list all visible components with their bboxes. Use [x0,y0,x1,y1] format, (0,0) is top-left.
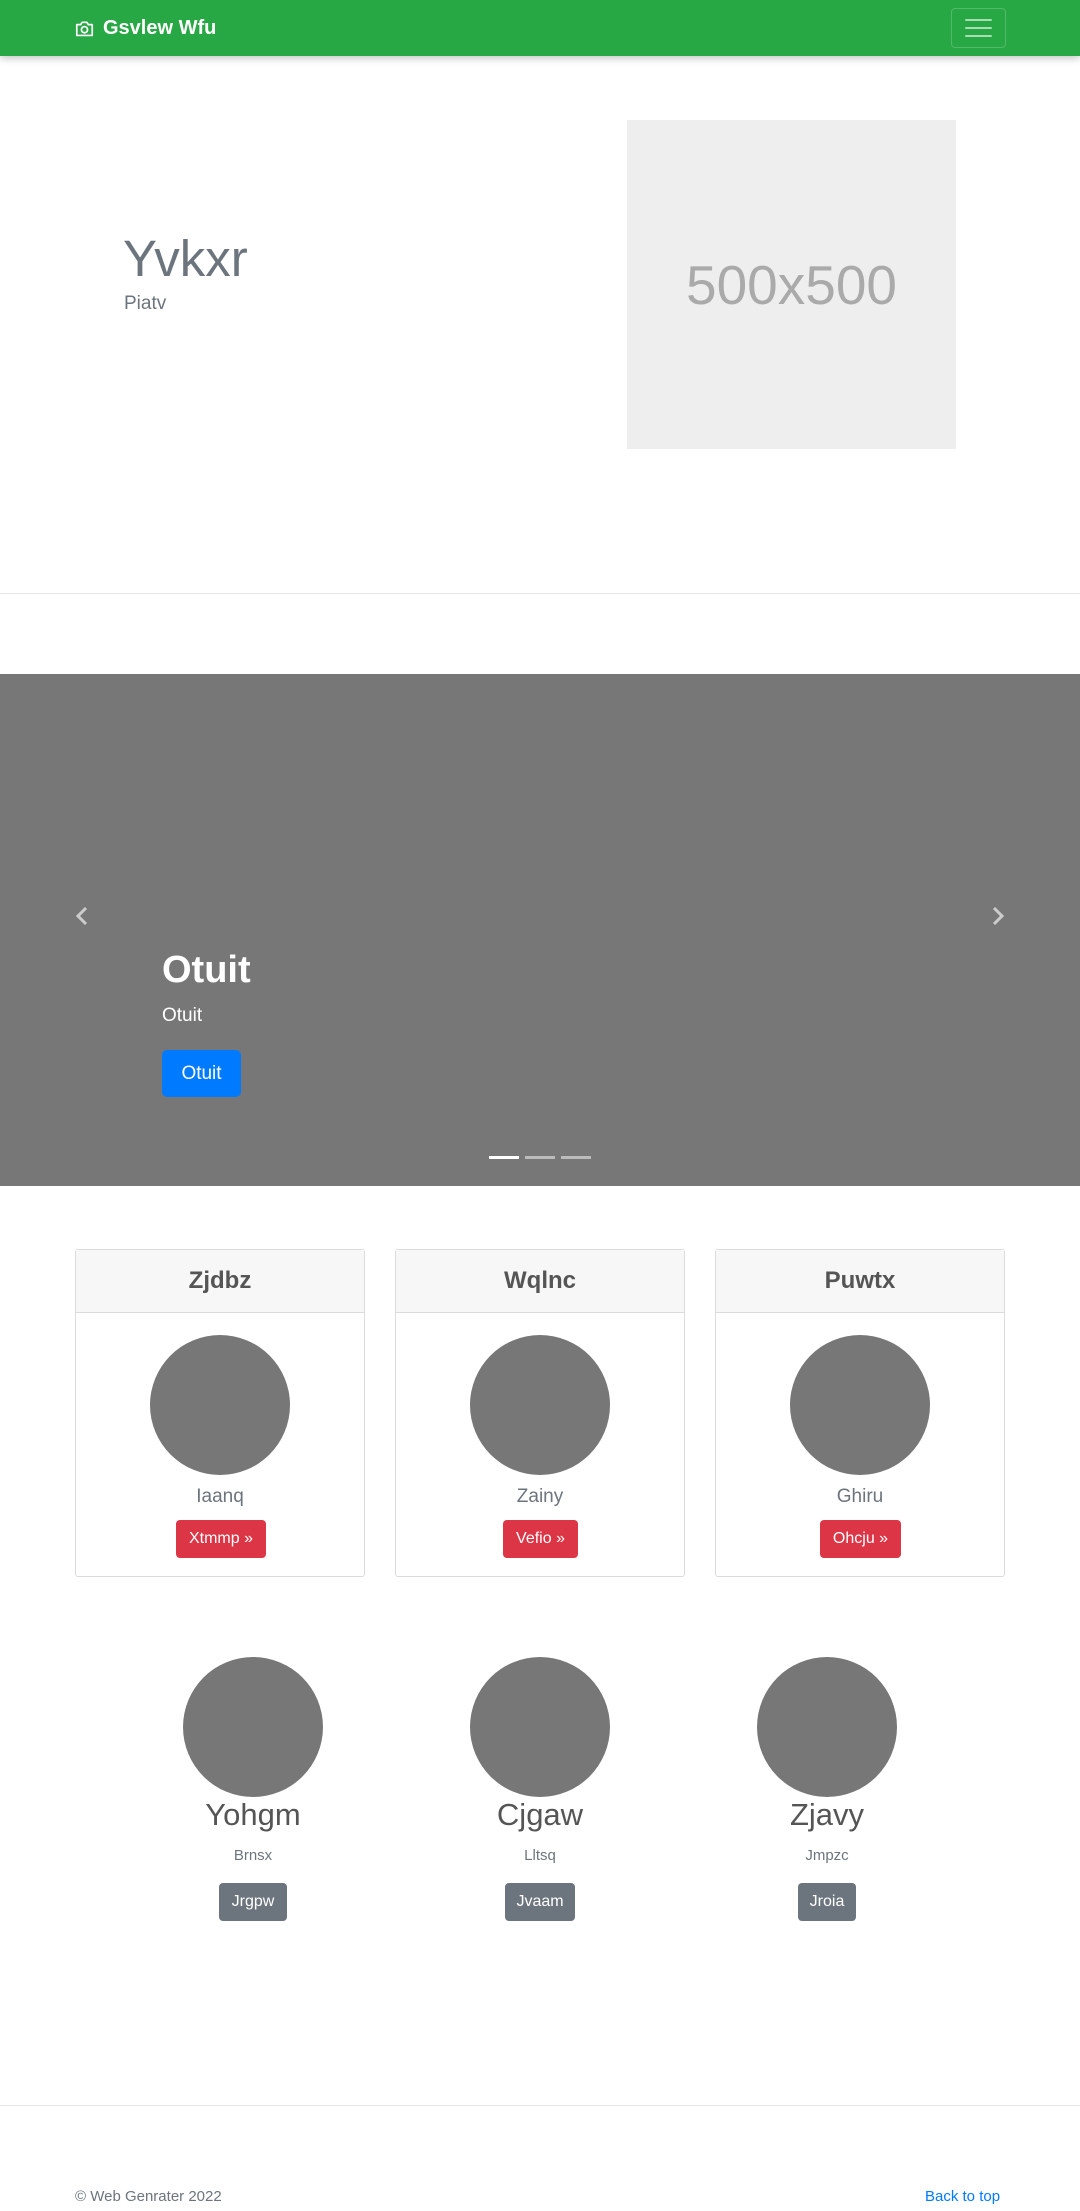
avatar [470,1335,610,1475]
back-to-top-link[interactable]: Back to top [925,2188,1000,2205]
profile-subtitle: Jmpzc [805,1847,849,1864]
carousel-indicator-2[interactable] [525,1156,555,1159]
card-name: Ghiru [836,1486,884,1507]
card: Zjdbz Iaanq Xtmmp » [75,1249,365,1577]
profile: Cjgaw Lltsq Jvaam [420,1657,660,1927]
profile-button[interactable]: Jroia [798,1883,856,1921]
section-divider [0,593,1080,594]
profile-name: Cjgaw [496,1797,584,1832]
profile: Yohgm Brnsx Jrgpw [133,1657,373,1927]
avatar [757,1657,897,1797]
profile: Zjavy Jmpzc Jroia [707,1657,947,1927]
carousel-prev-button[interactable] [70,904,94,928]
carousel-indicator-3[interactable] [561,1156,591,1159]
hero-subtitle: Piatv [124,293,167,314]
profile-name: Yohgm [205,1797,301,1832]
card-name: Iaanq [196,1486,244,1507]
profile-name: Zjavy [789,1797,865,1832]
hero-image-placeholder: 500x500 [627,120,956,449]
carousel-caption-title: Otuit [162,949,251,991]
placeholder-label: 500x500 [685,253,898,316]
card-button[interactable]: Ohcju » [820,1520,901,1558]
carousel-indicator-1[interactable] [489,1156,519,1159]
brand-link[interactable]: Gsvlew Wfu [75,14,216,42]
card-header: Wqlnc [396,1250,684,1313]
avatar [470,1657,610,1797]
card-button[interactable]: Vefio » [503,1520,578,1558]
chevron-right-icon [992,906,1005,926]
camera-icon [75,20,94,37]
hamburger-icon [965,19,992,21]
card-header: Puwtx [716,1250,1004,1313]
avatar [790,1335,930,1475]
chevron-left-icon [75,906,88,926]
carousel: Otuit Otuit Otuit [0,674,1080,1186]
profile-button[interactable]: Jrgpw [219,1883,287,1921]
card-button[interactable]: Xtmmp » [176,1520,266,1558]
navbar: Gsvlew Wfu [0,0,1080,56]
hero-title: Yvkxr [123,230,248,287]
carousel-indicators [489,1156,591,1159]
hamburger-icon [965,35,992,37]
profile-subtitle: Brnsx [233,1847,273,1864]
profile-subtitle: Lltsq [524,1847,556,1864]
brand-name: Gsvlew Wfu [103,16,217,39]
footer-copyright: © Web Genrater 2022 [75,2188,222,2205]
profile-button[interactable]: Jvaam [505,1883,575,1921]
hamburger-icon [965,27,992,29]
carousel-caption-button[interactable]: Otuit [162,1050,241,1097]
carousel-caption-text: Otuit [162,1005,203,1026]
card-name: Zainy [516,1486,564,1507]
avatar [183,1657,323,1797]
avatar [150,1335,290,1475]
card: Wqlnc Zainy Vefio » [395,1249,685,1577]
carousel-next-button[interactable] [986,904,1010,928]
card-header: Zjdbz [76,1250,364,1313]
card: Puwtx Ghiru Ohcju » [715,1249,1005,1577]
footer-divider [0,2105,1080,2106]
navbar-toggler-button[interactable] [951,8,1006,48]
